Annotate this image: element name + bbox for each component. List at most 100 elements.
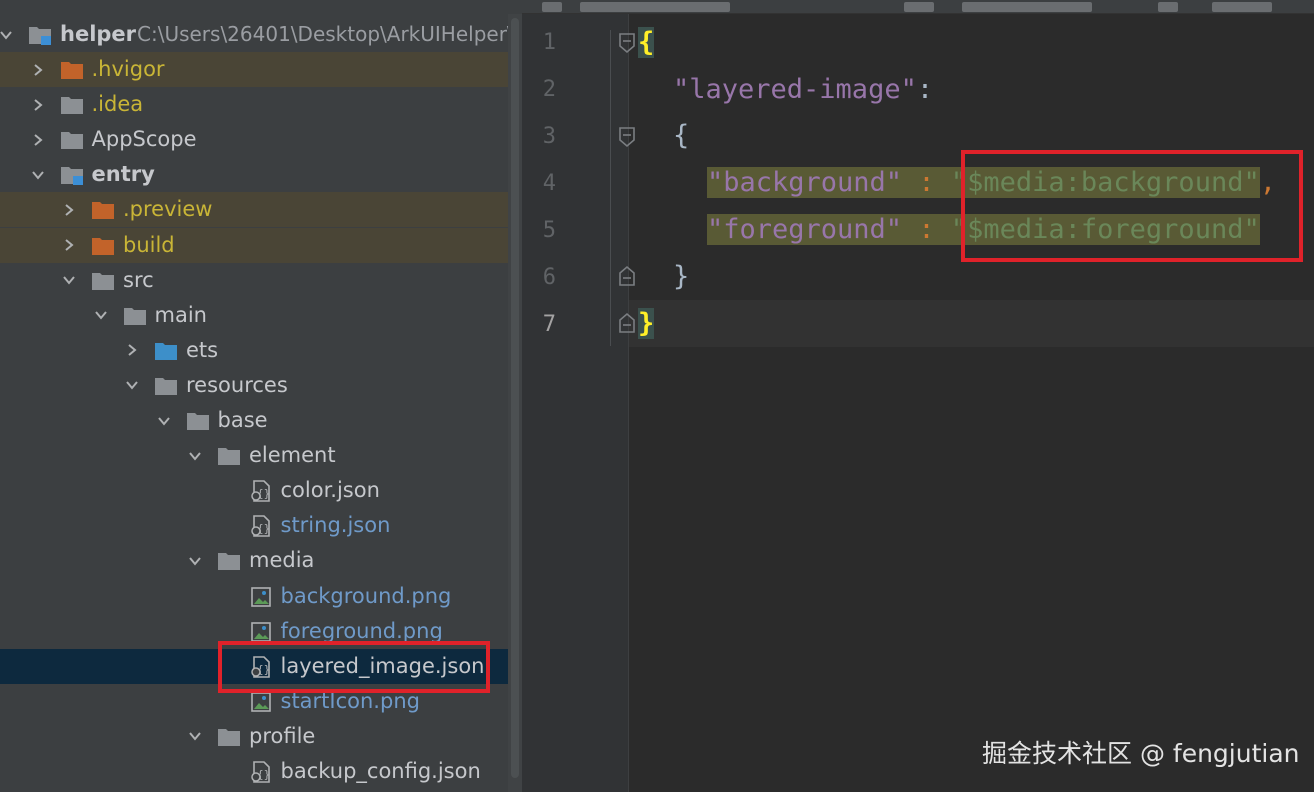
brace-open: { [638, 27, 655, 58]
json-file-icon: {} [250, 761, 270, 783]
chevron-down-icon[interactable] [28, 157, 48, 192]
tree-item-ets[interactable]: ets [0, 333, 522, 368]
folder-icon [123, 307, 146, 325]
tree-item-label: backup_config.json [280, 759, 481, 783]
folder-icon [218, 448, 240, 466]
tree-item-element[interactable]: element [0, 438, 522, 473]
tree-item-appscope[interactable]: AppScope [0, 122, 522, 157]
fold-end-icon[interactable] [618, 265, 636, 287]
fold-guide-line [610, 30, 611, 346]
project-tree-panel: helper C:\Users\26401\Desktop\ArkUIHelpe… [0, 0, 522, 792]
tree-item-profile[interactable]: profile [0, 719, 522, 754]
module-folder-icon [60, 167, 83, 186]
excluded-folder-icon [60, 62, 83, 79]
tree-item-label: base [217, 408, 268, 432]
image-file-icon [250, 586, 271, 607]
excluded-folder-icon [92, 202, 114, 220]
tree-item-label: background.png [280, 583, 452, 608]
tree-item-color-json[interactable]: {} color.json [0, 473, 522, 508]
tree-item-label: color.json [280, 478, 380, 503]
image-file-icon [250, 691, 271, 712]
tree-root-label: helper [60, 22, 137, 46]
tree-item-label: src [123, 267, 154, 292]
fold-start-icon[interactable] [618, 32, 636, 54]
project-toolbar [0, 0, 522, 14]
watermark-text: 掘金技术社区 @ fengjutian [982, 739, 1300, 768]
code-line-7[interactable]: } [638, 300, 655, 347]
chevron-down-icon[interactable] [185, 719, 205, 754]
tree-item-idea[interactable]: .idea [0, 87, 522, 122]
tree-item-base[interactable]: base [0, 403, 522, 438]
tree-item-label: entry [91, 162, 155, 187]
tree-root-path: C:\Users\26401\Desktop\ArkUIHelper\ [137, 22, 514, 46]
editor-tab-fragment[interactable] [1212, 2, 1272, 12]
tree-item-background-png[interactable]: background.png [0, 579, 522, 614]
chevron-right-icon[interactable] [59, 192, 79, 227]
tree-item-preview[interactable]: .preview [0, 192, 522, 228]
tree-item-src[interactable]: src [0, 263, 522, 298]
tree-item-resources[interactable]: resources [0, 368, 522, 403]
json-file-icon: {} [250, 480, 270, 502]
editor-tab-fragment[interactable] [580, 2, 730, 12]
tree-item-label: .idea [91, 92, 144, 117]
json-separator: : [902, 167, 951, 198]
chevron-right-icon[interactable] [59, 228, 79, 263]
folder-icon [60, 132, 83, 150]
chevron-right-icon[interactable] [28, 87, 48, 122]
json-key-foreground: "foreground" [707, 214, 903, 245]
chevron-down-icon[interactable] [185, 438, 205, 473]
tree-item-string-json[interactable]: {} string.json [0, 508, 522, 543]
chevron-down-icon[interactable] [0, 17, 16, 52]
chevron-right-icon[interactable] [28, 52, 48, 87]
chevron-down-icon[interactable] [154, 403, 174, 438]
folder-icon [186, 413, 209, 430]
code-editor[interactable]: 1 2 3 4 5 6 7 { "layered-image": { "background… [522, 0, 1314, 792]
json-colon: : [916, 74, 934, 105]
image-file-icon [250, 621, 271, 642]
annotation-box-layered-image-file [218, 641, 490, 693]
line-number: 2 [542, 77, 556, 102]
tree-item-label: resources [186, 372, 288, 397]
tree-item-media[interactable]: media [0, 543, 522, 578]
code-line-6[interactable]: } [673, 253, 689, 300]
brace-open-inner: { [673, 120, 690, 151]
tree-item-label: media [249, 548, 315, 573]
editor-tab-bar [522, 0, 1314, 14]
code-line-1[interactable]: { [638, 19, 655, 66]
current-line-highlight [629, 300, 1314, 347]
line-number: 1 [542, 30, 556, 55]
tree-item-build[interactable]: build [0, 227, 522, 263]
excluded-folder-icon [92, 237, 114, 255]
tree-root-helper[interactable]: helper C:\Users\26401\Desktop\ArkUIHelpe… [0, 17, 522, 52]
tree-item-main[interactable]: main [0, 298, 522, 333]
chevron-down-icon[interactable] [59, 263, 79, 298]
chevron-right-icon[interactable] [122, 333, 142, 368]
chevron-down-icon[interactable] [122, 368, 142, 403]
folder-icon [155, 377, 177, 395]
tree-item-label: element [249, 443, 336, 468]
line-number: 3 [542, 124, 556, 149]
tree-scrollbar-thumb[interactable] [511, 18, 519, 778]
chevron-right-icon[interactable] [28, 122, 48, 157]
line-number: 5 [542, 218, 556, 243]
tree-item-backup-config-json[interactable]: {} backup_config.json [0, 754, 522, 789]
editor-tab-fragment[interactable] [542, 2, 562, 12]
editor-tab-fragment[interactable] [1158, 2, 1178, 12]
chevron-down-icon[interactable] [91, 298, 111, 333]
editor-tab-fragment[interactable] [904, 2, 934, 12]
json-file-icon: {} [250, 515, 270, 538]
tree-item-label: .preview [123, 197, 213, 222]
code-line-3[interactable]: { [673, 112, 689, 159]
fold-end-icon[interactable] [618, 312, 636, 334]
code-line-2[interactable]: "layered-image": [673, 66, 933, 113]
brace-close-inner: } [673, 261, 690, 292]
tree-item-entry[interactable]: entry [0, 157, 522, 192]
fold-start-icon[interactable] [618, 126, 636, 148]
editor-tab-fragment[interactable] [962, 2, 1092, 12]
folder-icon [60, 97, 83, 115]
chevron-down-icon[interactable] [185, 543, 205, 578]
folder-icon [92, 272, 114, 290]
line-number: 4 [542, 171, 556, 196]
json-key-background: "background" [707, 167, 903, 198]
tree-item-hvigor[interactable]: .hvigor [0, 52, 522, 87]
